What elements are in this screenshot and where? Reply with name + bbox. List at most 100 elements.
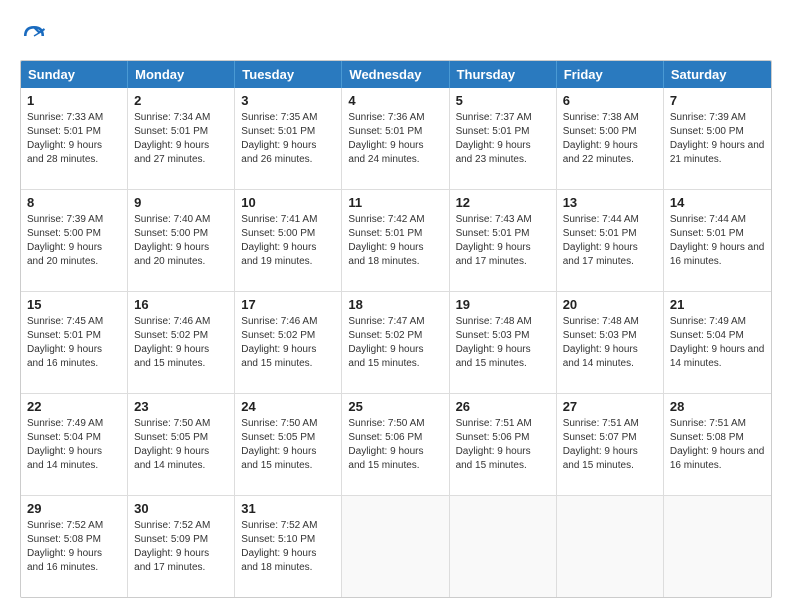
- calendar-week: 22Sunrise: 7:49 AMSunset: 5:04 PMDayligh…: [21, 393, 771, 495]
- day-number: 11: [348, 194, 442, 212]
- cell-text: Sunrise: 7:52 AMSunset: 5:08 PMDaylight:…: [27, 519, 121, 575]
- cell-text: Sunrise: 7:48 AMSunset: 5:03 PMDaylight:…: [456, 315, 550, 371]
- cell-text: Sunrise: 7:39 AMSunset: 5:00 PMDaylight:…: [670, 111, 765, 167]
- cell-text: Sunrise: 7:50 AMSunset: 5:06 PMDaylight:…: [348, 417, 442, 473]
- day-number: 17: [241, 296, 335, 314]
- calendar-week: 29Sunrise: 7:52 AMSunset: 5:08 PMDayligh…: [21, 495, 771, 597]
- day-number: 2: [134, 92, 228, 110]
- day-number: 3: [241, 92, 335, 110]
- day-number: 12: [456, 194, 550, 212]
- day-number: 13: [563, 194, 657, 212]
- calendar-cell: 23Sunrise: 7:50 AMSunset: 5:05 PMDayligh…: [128, 394, 235, 495]
- calendar-header-row: SundayMondayTuesdayWednesdayThursdayFrid…: [21, 61, 771, 88]
- calendar-cell: 20Sunrise: 7:48 AMSunset: 5:03 PMDayligh…: [557, 292, 664, 393]
- day-number: 7: [670, 92, 765, 110]
- day-number: 23: [134, 398, 228, 416]
- cell-text: Sunrise: 7:40 AMSunset: 5:00 PMDaylight:…: [134, 213, 228, 269]
- cell-text: Sunrise: 7:49 AMSunset: 5:04 PMDaylight:…: [670, 315, 765, 371]
- calendar-cell: 25Sunrise: 7:50 AMSunset: 5:06 PMDayligh…: [342, 394, 449, 495]
- calendar-cell: 21Sunrise: 7:49 AMSunset: 5:04 PMDayligh…: [664, 292, 771, 393]
- cell-text: Sunrise: 7:48 AMSunset: 5:03 PMDaylight:…: [563, 315, 657, 371]
- calendar-cell: 15Sunrise: 7:45 AMSunset: 5:01 PMDayligh…: [21, 292, 128, 393]
- cell-text: Sunrise: 7:37 AMSunset: 5:01 PMDaylight:…: [456, 111, 550, 167]
- calendar-cell: 7Sunrise: 7:39 AMSunset: 5:00 PMDaylight…: [664, 88, 771, 189]
- cell-text: Sunrise: 7:36 AMSunset: 5:01 PMDaylight:…: [348, 111, 442, 167]
- calendar-week: 15Sunrise: 7:45 AMSunset: 5:01 PMDayligh…: [21, 291, 771, 393]
- day-number: 14: [670, 194, 765, 212]
- day-number: 29: [27, 500, 121, 518]
- calendar-cell: 17Sunrise: 7:46 AMSunset: 5:02 PMDayligh…: [235, 292, 342, 393]
- calendar-cell: 3Sunrise: 7:35 AMSunset: 5:01 PMDaylight…: [235, 88, 342, 189]
- calendar-header-cell: Sunday: [21, 61, 128, 88]
- day-number: 6: [563, 92, 657, 110]
- day-number: 9: [134, 194, 228, 212]
- calendar-cell: 2Sunrise: 7:34 AMSunset: 5:01 PMDaylight…: [128, 88, 235, 189]
- calendar-cell: [664, 496, 771, 597]
- cell-text: Sunrise: 7:52 AMSunset: 5:10 PMDaylight:…: [241, 519, 335, 575]
- cell-text: Sunrise: 7:44 AMSunset: 5:01 PMDaylight:…: [563, 213, 657, 269]
- cell-text: Sunrise: 7:41 AMSunset: 5:00 PMDaylight:…: [241, 213, 335, 269]
- cell-text: Sunrise: 7:51 AMSunset: 5:07 PMDaylight:…: [563, 417, 657, 473]
- calendar-cell: [342, 496, 449, 597]
- calendar-cell: 18Sunrise: 7:47 AMSunset: 5:02 PMDayligh…: [342, 292, 449, 393]
- calendar-week: 1Sunrise: 7:33 AMSunset: 5:01 PMDaylight…: [21, 88, 771, 189]
- page: SundayMondayTuesdayWednesdayThursdayFrid…: [0, 0, 792, 612]
- day-number: 31: [241, 500, 335, 518]
- calendar-body: 1Sunrise: 7:33 AMSunset: 5:01 PMDaylight…: [21, 88, 771, 597]
- day-number: 20: [563, 296, 657, 314]
- day-number: 22: [27, 398, 121, 416]
- calendar-header-cell: Thursday: [450, 61, 557, 88]
- calendar-cell: 16Sunrise: 7:46 AMSunset: 5:02 PMDayligh…: [128, 292, 235, 393]
- calendar: SundayMondayTuesdayWednesdayThursdayFrid…: [20, 60, 772, 598]
- cell-text: Sunrise: 7:52 AMSunset: 5:09 PMDaylight:…: [134, 519, 228, 575]
- calendar-week: 8Sunrise: 7:39 AMSunset: 5:00 PMDaylight…: [21, 189, 771, 291]
- calendar-cell: [450, 496, 557, 597]
- cell-text: Sunrise: 7:50 AMSunset: 5:05 PMDaylight:…: [134, 417, 228, 473]
- cell-text: Sunrise: 7:49 AMSunset: 5:04 PMDaylight:…: [27, 417, 121, 473]
- cell-text: Sunrise: 7:51 AMSunset: 5:08 PMDaylight:…: [670, 417, 765, 473]
- day-number: 30: [134, 500, 228, 518]
- cell-text: Sunrise: 7:46 AMSunset: 5:02 PMDaylight:…: [241, 315, 335, 371]
- day-number: 15: [27, 296, 121, 314]
- day-number: 8: [27, 194, 121, 212]
- day-number: 26: [456, 398, 550, 416]
- calendar-cell: 13Sunrise: 7:44 AMSunset: 5:01 PMDayligh…: [557, 190, 664, 291]
- calendar-cell: 24Sunrise: 7:50 AMSunset: 5:05 PMDayligh…: [235, 394, 342, 495]
- calendar-cell: 10Sunrise: 7:41 AMSunset: 5:00 PMDayligh…: [235, 190, 342, 291]
- day-number: 1: [27, 92, 121, 110]
- calendar-cell: 14Sunrise: 7:44 AMSunset: 5:01 PMDayligh…: [664, 190, 771, 291]
- calendar-cell: 4Sunrise: 7:36 AMSunset: 5:01 PMDaylight…: [342, 88, 449, 189]
- calendar-header-cell: Monday: [128, 61, 235, 88]
- calendar-cell: 8Sunrise: 7:39 AMSunset: 5:00 PMDaylight…: [21, 190, 128, 291]
- cell-text: Sunrise: 7:42 AMSunset: 5:01 PMDaylight:…: [348, 213, 442, 269]
- cell-text: Sunrise: 7:33 AMSunset: 5:01 PMDaylight:…: [27, 111, 121, 167]
- calendar-cell: 31Sunrise: 7:52 AMSunset: 5:10 PMDayligh…: [235, 496, 342, 597]
- cell-text: Sunrise: 7:47 AMSunset: 5:02 PMDaylight:…: [348, 315, 442, 371]
- calendar-header-cell: Tuesday: [235, 61, 342, 88]
- logo: [20, 22, 52, 50]
- calendar-cell: [557, 496, 664, 597]
- calendar-cell: 27Sunrise: 7:51 AMSunset: 5:07 PMDayligh…: [557, 394, 664, 495]
- calendar-cell: 6Sunrise: 7:38 AMSunset: 5:00 PMDaylight…: [557, 88, 664, 189]
- day-number: 25: [348, 398, 442, 416]
- day-number: 28: [670, 398, 765, 416]
- calendar-header-cell: Wednesday: [342, 61, 449, 88]
- logo-icon: [20, 22, 48, 50]
- day-number: 27: [563, 398, 657, 416]
- day-number: 18: [348, 296, 442, 314]
- day-number: 24: [241, 398, 335, 416]
- calendar-cell: 22Sunrise: 7:49 AMSunset: 5:04 PMDayligh…: [21, 394, 128, 495]
- day-number: 4: [348, 92, 442, 110]
- cell-text: Sunrise: 7:34 AMSunset: 5:01 PMDaylight:…: [134, 111, 228, 167]
- header: [20, 18, 772, 50]
- day-number: 16: [134, 296, 228, 314]
- cell-text: Sunrise: 7:38 AMSunset: 5:00 PMDaylight:…: [563, 111, 657, 167]
- calendar-cell: 29Sunrise: 7:52 AMSunset: 5:08 PMDayligh…: [21, 496, 128, 597]
- calendar-cell: 12Sunrise: 7:43 AMSunset: 5:01 PMDayligh…: [450, 190, 557, 291]
- cell-text: Sunrise: 7:39 AMSunset: 5:00 PMDaylight:…: [27, 213, 121, 269]
- cell-text: Sunrise: 7:50 AMSunset: 5:05 PMDaylight:…: [241, 417, 335, 473]
- cell-text: Sunrise: 7:51 AMSunset: 5:06 PMDaylight:…: [456, 417, 550, 473]
- calendar-cell: 26Sunrise: 7:51 AMSunset: 5:06 PMDayligh…: [450, 394, 557, 495]
- day-number: 19: [456, 296, 550, 314]
- calendar-cell: 28Sunrise: 7:51 AMSunset: 5:08 PMDayligh…: [664, 394, 771, 495]
